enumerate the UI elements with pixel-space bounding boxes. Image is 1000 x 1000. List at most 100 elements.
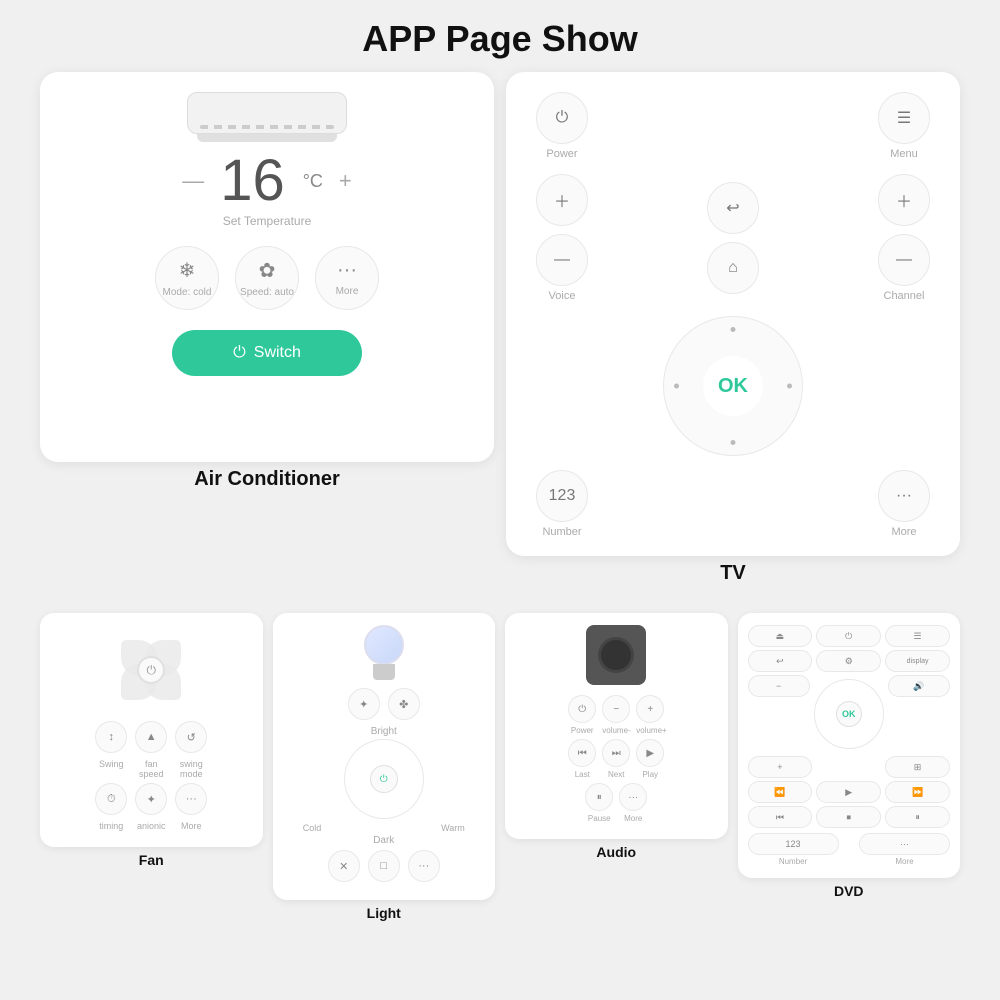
tv-number-group: 123 Number [536, 470, 588, 538]
dvd-plus-btn[interactable]: + [748, 756, 813, 778]
fan-swingmode-btn[interactable]: ↺ [175, 721, 207, 753]
fan-labels-1: Swing fan speed swing mode [95, 759, 207, 779]
dvd-ffwd-btn[interactable]: ⏩ [885, 781, 950, 803]
tv-power-btn[interactable]: ⏻ [536, 92, 588, 144]
dvd-play-btn[interactable]: ▶ [816, 781, 881, 803]
light-scene-btn[interactable]: □ [368, 850, 400, 882]
fan-row-1: ↕ ▲ ↺ [95, 721, 207, 753]
tv-voice-minus-btn[interactable]: — [536, 234, 588, 286]
tv-section-label: TV [506, 562, 960, 585]
tv-voice-plus-btn[interactable]: ＋ [536, 174, 588, 226]
fan-timing-label: timing [95, 821, 127, 831]
dvd-gear-btn[interactable]: ⚙ [816, 650, 881, 672]
audio-play-btn[interactable]: ▶ [636, 739, 664, 767]
audio-vol-plus-btn[interactable]: + [636, 695, 664, 723]
fan-swing-label: Swing [95, 759, 127, 779]
fan-swingmode-label: swing mode [175, 759, 207, 779]
ac-speed-btn[interactable]: ✿ Speed: auto [235, 246, 299, 310]
audio-power-btn[interactable]: ⏻ [568, 695, 596, 723]
tv-nav-dot-right [787, 384, 792, 389]
bulb-base [373, 664, 395, 680]
dvd-card-wrapper: ⏏ ⏻ ☰ ↩ ⚙ display − OK 🔊 + ⊞ [738, 613, 961, 921]
dvd-minus-btn[interactable]: − [748, 675, 810, 697]
dvd-pause-btn[interactable]: ⏸ [885, 806, 950, 828]
ac-more-label: More [336, 286, 359, 297]
fan-icon: ⏻ [106, 625, 196, 715]
tv-more-btn[interactable]: ··· [878, 470, 930, 522]
fan-anionic-btn[interactable]: ✦ [135, 783, 167, 815]
tv-home-btn[interactable]: ⌂ [707, 242, 759, 294]
audio-speaker-icon [586, 625, 646, 685]
dvd-number-btn[interactable]: 123 [748, 833, 839, 855]
ac-temp-minus[interactable]: — [182, 168, 204, 194]
fan-timing-btn[interactable]: ⏱ [95, 783, 127, 815]
dvd-card: ⏏ ⏻ ☰ ↩ ⚙ display − OK 🔊 + ⊞ [738, 613, 961, 878]
tv-nav-circle: OK [663, 316, 803, 456]
dvd-rrew-btn[interactable]: ⏪ [748, 781, 813, 803]
tv-back-btn[interactable]: ↩ [707, 182, 759, 234]
ac-temp-unit: °C [303, 171, 323, 192]
light-btn2[interactable]: ✤ [388, 688, 420, 720]
dvd-more-btn[interactable]: ··· [859, 833, 950, 855]
tv-menu-group: ☰ Menu [878, 92, 930, 160]
audio-pause-label: Pause [585, 814, 613, 823]
dvd-power-btn[interactable]: ⏻ [816, 625, 881, 647]
tv-menu-label: Menu [890, 148, 918, 160]
tv-card: ⏻ Power ☰ Menu ＋ — Voice ↩ ⌂ [506, 72, 960, 556]
tv-number-btn[interactable]: 123 [536, 470, 588, 522]
dvd-prev-btn[interactable]: ⏮ [748, 806, 813, 828]
tv-menu-btn[interactable]: ☰ [878, 92, 930, 144]
light-warm-label: Warm [441, 823, 465, 833]
fan-icon: ✿ [259, 258, 276, 283]
dvd-mid-grid-3: + ⊞ [748, 756, 951, 778]
audio-next-btn[interactable]: ⏭ [602, 739, 630, 767]
ac-speed-label: Speed: auto [240, 287, 294, 298]
dvd-top-grid: ⏏ ⏻ ☰ [748, 625, 951, 647]
fan-speed-label: fan speed [135, 759, 167, 779]
dvd-eject-btn[interactable]: ⏏ [748, 625, 813, 647]
snowflake-icon: ❄ [179, 258, 196, 283]
audio-vol-minus-btn[interactable]: − [602, 695, 630, 723]
tv-nav-dot-bottom [731, 440, 736, 445]
dvd-back-btn[interactable]: ↩ [748, 650, 813, 672]
fan-swing-btn[interactable]: ↕ [95, 721, 127, 753]
ac-switch-button[interactable]: ⏻ Switch [172, 330, 362, 376]
dvd-stop-grid: ⏮ ⏹ ⏸ [748, 806, 951, 828]
ac-card: — 16°C + Set Temperature ❄ Mode: cold ✿ … [40, 72, 494, 462]
light-more-btn[interactable]: ··· [408, 850, 440, 882]
fan-more-btn[interactable]: ··· [175, 783, 207, 815]
more-icon: ··· [337, 259, 357, 282]
audio-last-btn[interactable]: ⏮ [568, 739, 596, 767]
audio-pause-btn[interactable]: ⏸ [585, 783, 613, 811]
tv-power-label: Power [546, 148, 577, 160]
audio-last-label: Last [568, 770, 596, 779]
audio-more-btn[interactable]: ··· [619, 783, 647, 811]
fan-section-label: Fan [40, 852, 263, 868]
light-btn1[interactable]: ✦ [348, 688, 380, 720]
audio-section-label: Audio [505, 844, 728, 860]
fan-speed-btn[interactable]: ▲ [135, 721, 167, 753]
dvd-stop-btn[interactable]: ⏹ [816, 806, 881, 828]
light-bulb-icon [364, 625, 404, 680]
dvd-display-btn[interactable]: display [885, 650, 950, 672]
audio-labels-3: Pause More [585, 814, 647, 823]
ac-more-btn[interactable]: ··· More [315, 246, 379, 310]
dvd-grid-btn[interactable]: ⊞ [885, 756, 950, 778]
dvd-mid-grid-2: − OK 🔊 [748, 675, 951, 753]
ac-set-label: Set Temperature [223, 214, 312, 228]
tv-channel-plus-btn[interactable]: ＋ [878, 174, 930, 226]
light-mode-btn[interactable]: ✕ [328, 850, 360, 882]
dvd-ok-btn[interactable]: OK [836, 701, 862, 727]
fan-row-2: ⏱ ✦ ··· [95, 783, 207, 815]
tv-ok-button[interactable]: OK [703, 356, 763, 416]
ac-mode-btn[interactable]: ❄ Mode: cold [155, 246, 219, 310]
dvd-number-label: Number [748, 857, 839, 866]
audio-power-label: Power [568, 726, 596, 735]
audio-row-1: ⏻ − + [568, 695, 664, 723]
light-power-btn[interactable]: ⏻ [370, 765, 398, 793]
tv-channel-minus-btn[interactable]: — [878, 234, 930, 286]
dvd-vol-btn[interactable]: 🔊 [888, 675, 950, 697]
audio-card-wrapper: ⏻ − + Power volume- volume+ ⏮ ⏭ ▶ Last N… [505, 613, 728, 921]
ac-temp-plus[interactable]: + [339, 168, 352, 194]
dvd-menu-btn[interactable]: ☰ [885, 625, 950, 647]
